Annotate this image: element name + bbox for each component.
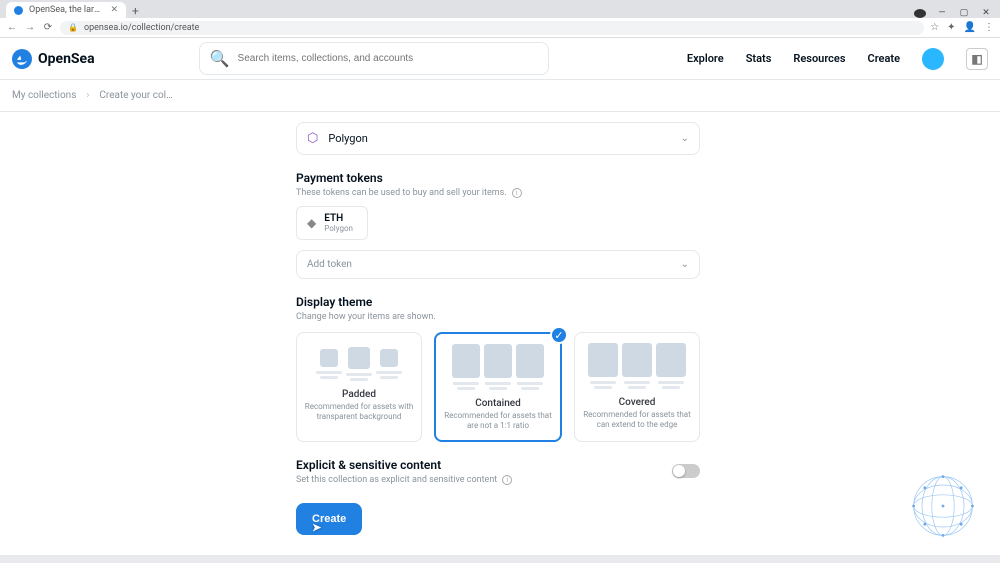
theme-contained-title: Contained xyxy=(442,398,554,409)
theme-contained[interactable]: ✓ Contained Recommended for assets that … xyxy=(434,332,562,442)
info-icon[interactable]: i xyxy=(502,475,512,485)
tab-close-icon[interactable]: ✕ xyxy=(110,5,118,15)
explicit-row: Explicit & sensitive content Set this co… xyxy=(296,458,700,485)
add-token-label: Add token xyxy=(307,259,352,270)
theme-contained-desc: Recommended for assets that are not a 1:… xyxy=(442,411,554,432)
nav-create[interactable]: Create xyxy=(868,52,901,65)
breadcrumb-root[interactable]: My collections xyxy=(12,90,76,101)
search-bar[interactable]: 🔍 xyxy=(199,42,549,75)
extensions-icon[interactable]: ✦ xyxy=(947,22,955,33)
theme-covered-title: Covered xyxy=(581,397,693,408)
payment-token-chip[interactable]: ◆ ETH Polygon xyxy=(296,206,368,240)
info-icon[interactable]: i xyxy=(512,188,522,198)
window-controls: — ▢ ✕ xyxy=(914,8,1000,18)
check-icon: ✓ xyxy=(550,326,568,344)
nav-explore[interactable]: Explore xyxy=(687,52,724,65)
nav-reload-icon[interactable]: ⟳ xyxy=(42,22,54,33)
search-input[interactable] xyxy=(238,53,538,64)
create-button[interactable]: Create ➤ xyxy=(296,503,362,535)
form-content: ⬡ Polygon ⌄ Payment tokens These tokens … xyxy=(296,112,700,535)
bookmark-icon[interactable]: ☆ xyxy=(930,22,939,33)
site-brand: OpenSea xyxy=(38,51,95,67)
help-globe-widget[interactable] xyxy=(908,471,978,541)
window-maximize-icon[interactable]: ▢ xyxy=(958,8,970,18)
user-avatar[interactable] xyxy=(922,48,944,70)
payment-tokens-sub-text: These tokens can be used to buy and sell… xyxy=(296,188,507,198)
site-logo[interactable]: OpenSea xyxy=(12,49,95,69)
blockchain-value: Polygon xyxy=(328,132,367,145)
breadcrumb: My collections › Create your col… xyxy=(0,80,1000,112)
add-token-select[interactable]: Add token ⌄ xyxy=(296,250,700,279)
app-indicator-icon xyxy=(914,9,926,18)
token-chain: Polygon xyxy=(324,224,353,233)
url-text: opensea.io/collection/create xyxy=(84,23,199,33)
main-nav: Explore Stats Resources Create ◧ xyxy=(687,48,988,70)
opensea-logo-icon xyxy=(12,49,32,69)
lock-icon: 🔒 xyxy=(68,23,78,32)
nav-forward-icon[interactable]: → xyxy=(24,22,36,33)
tab-title: OpenSea, the largest NFT mark… xyxy=(29,5,104,15)
display-theme-title: Display theme xyxy=(296,295,700,309)
explicit-title: Explicit & sensitive content xyxy=(296,458,512,472)
explicit-sub: Set this collection as explicit and sens… xyxy=(296,475,512,485)
chrome-menu-icon[interactable]: ⋮ xyxy=(984,22,994,33)
explicit-sub-text: Set this collection as explicit and sens… xyxy=(296,475,497,485)
theme-options: Padded Recommended for assets with trans… xyxy=(296,332,700,442)
tab-bar: OpenSea, the largest NFT mark… ✕ + — ▢ ✕ xyxy=(0,0,1000,18)
nav-back-icon[interactable]: ← xyxy=(6,22,18,33)
profile-icon[interactable]: 👤 xyxy=(964,22,976,33)
new-tab-button[interactable]: + xyxy=(126,4,145,18)
theme-covered-desc: Recommended for assets that can extend t… xyxy=(581,410,693,431)
breadcrumb-separator: › xyxy=(86,90,89,101)
eth-icon: ◆ xyxy=(307,216,316,230)
nav-stats[interactable]: Stats xyxy=(746,52,772,65)
search-icon: 🔍 xyxy=(210,49,230,68)
breadcrumb-current: Create your col… xyxy=(99,90,172,101)
chevron-down-icon: ⌄ xyxy=(681,259,689,270)
nav-resources[interactable]: Resources xyxy=(793,52,845,65)
theme-covered[interactable]: Covered Recommended for assets that can … xyxy=(574,332,700,442)
os-taskbar xyxy=(0,555,1000,563)
theme-padded-title: Padded xyxy=(303,389,415,400)
window-minimize-icon[interactable]: — xyxy=(936,8,948,18)
favicon-icon xyxy=(14,6,23,15)
browser-tab[interactable]: OpenSea, the largest NFT mark… ✕ xyxy=(6,2,126,18)
window-close-icon[interactable]: ✕ xyxy=(980,8,992,18)
payment-tokens-title: Payment tokens xyxy=(296,171,700,185)
chevron-down-icon: ⌄ xyxy=(681,133,689,144)
blockchain-select[interactable]: ⬡ Polygon ⌄ xyxy=(296,122,700,155)
theme-padded-desc: Recommended for assets with transparent … xyxy=(303,402,415,423)
site-header: OpenSea 🔍 Explore Stats Resources Create… xyxy=(0,38,1000,80)
browser-chrome: OpenSea, the largest NFT mark… ✕ + — ▢ ✕… xyxy=(0,0,1000,38)
url-bar-row: ← → ⟳ 🔒 opensea.io/collection/create ☆ ✦… xyxy=(0,18,1000,38)
payment-tokens-sub: These tokens can be used to buy and sell… xyxy=(296,188,700,198)
theme-padded[interactable]: Padded Recommended for assets with trans… xyxy=(296,332,422,442)
token-symbol: ETH xyxy=(324,213,353,224)
cursor-icon: ➤ xyxy=(312,521,321,534)
polygon-icon: ⬡ xyxy=(307,131,318,146)
wallet-icon[interactable]: ◧ xyxy=(966,48,988,70)
display-theme-sub: Change how your items are shown. xyxy=(296,312,700,322)
url-bar[interactable]: 🔒 opensea.io/collection/create xyxy=(60,21,924,35)
explicit-toggle[interactable] xyxy=(672,464,700,478)
